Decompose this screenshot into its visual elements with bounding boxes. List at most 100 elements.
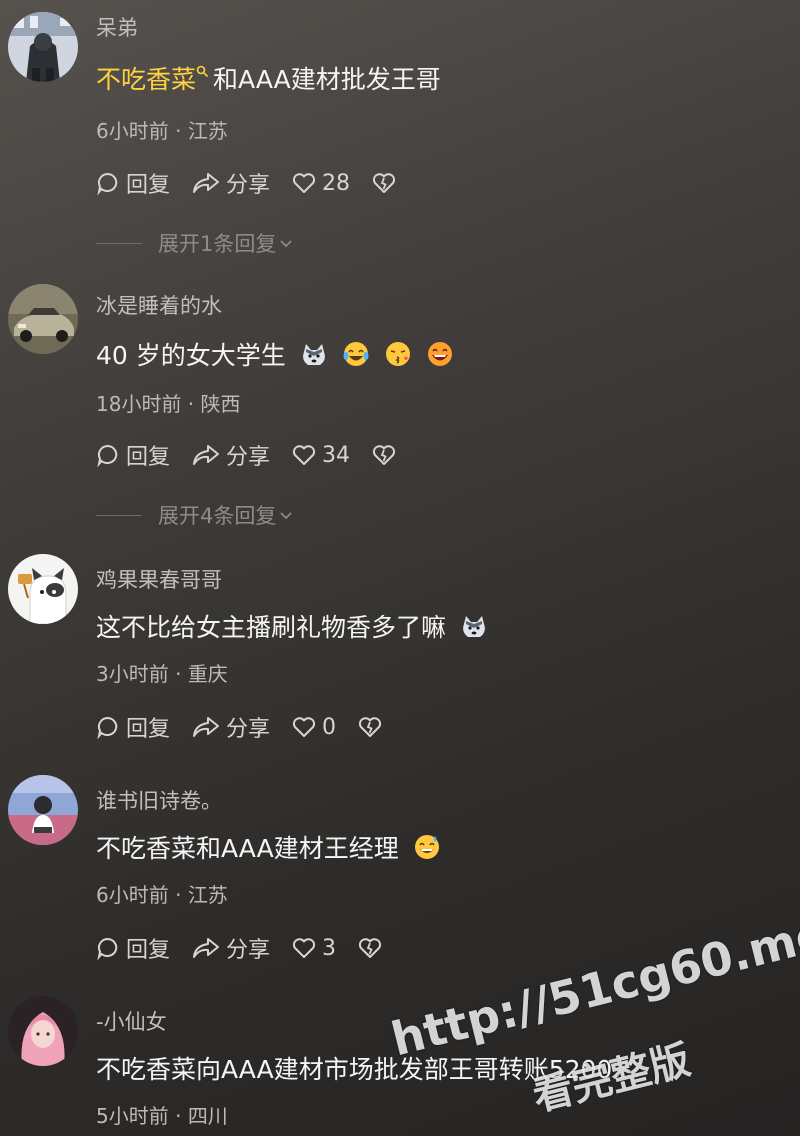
timestamp: 3小时前: [96, 662, 169, 686]
share-button[interactable]: 分享: [192, 711, 270, 743]
divider-line: [96, 242, 142, 244]
avatar[interactable]: [8, 775, 78, 845]
like-count: 28: [322, 170, 351, 196]
dislike-button[interactable]: [358, 937, 388, 959]
dislike-button[interactable]: [372, 172, 402, 194]
divider-line: [96, 514, 142, 516]
location: 江苏: [187, 119, 228, 143]
comment-meta: 3小时前 · 重庆: [96, 662, 228, 686]
timestamp: 5小时前: [96, 1104, 169, 1128]
sweat-smile-emoji: [413, 833, 441, 871]
search-icon: [196, 52, 209, 88]
broken-heart-icon: [359, 938, 382, 958]
timestamp: 6小时前: [96, 119, 169, 143]
broken-heart-icon: [373, 445, 396, 465]
like-count: 34: [322, 442, 351, 468]
share-label: 分享: [226, 445, 271, 470]
comment-bubble-icon: [97, 172, 118, 195]
username[interactable]: 谁书旧诗卷。: [96, 785, 222, 815]
share-arrow-icon: [193, 173, 220, 193]
comment-body: 和AAA建材批发王哥: [213, 65, 441, 94]
comment-meta: 6小时前 · 江苏: [96, 119, 228, 143]
share-label: 分享: [226, 717, 271, 742]
expand-replies-button[interactable]: 展开4条回复: [96, 500, 294, 530]
timestamp: 18小时前: [96, 392, 182, 416]
expand-replies-button[interactable]: 展开1条回复: [96, 228, 294, 258]
share-button[interactable]: 分享: [192, 167, 270, 199]
share-arrow-icon: [193, 938, 220, 958]
share-button[interactable]: 分享: [192, 439, 270, 471]
comment-body: 这不比给女主播刷礼物香多了嘛: [96, 613, 447, 642]
like-button[interactable]: 34: [292, 443, 350, 468]
share-arrow-icon: [193, 445, 220, 465]
reply-label: 回复: [126, 938, 171, 963]
comment-bubble-icon: [97, 716, 118, 739]
avatar[interactable]: [8, 12, 78, 82]
like-button[interactable]: 0: [292, 715, 336, 740]
share-label: 分享: [226, 938, 271, 963]
share-arrow-icon: [193, 717, 220, 737]
comment-meta: 6小时前 · 江苏: [96, 883, 228, 907]
comment-body: 不吃香菜和AAA建材王经理: [96, 834, 399, 863]
comment-bubble-icon: [97, 937, 118, 960]
username[interactable]: -小仙女: [96, 1006, 167, 1036]
husky-emoji: [300, 342, 328, 378]
broken-heart-icon: [373, 173, 396, 193]
broken-heart-icon: [359, 717, 382, 737]
comment-actions: 回复 分享 3: [96, 933, 410, 963]
like-button[interactable]: 3: [292, 936, 336, 961]
comment-meta: 5小时前 · 四川: [96, 1104, 228, 1128]
reply-button[interactable]: 回复: [96, 439, 170, 471]
comment-actions: 回复 分享 34: [96, 440, 424, 470]
heart-icon: [293, 717, 316, 737]
heart-icon: [293, 938, 316, 958]
reply-button[interactable]: 回复: [96, 932, 170, 964]
location: 重庆: [187, 662, 228, 686]
comment-text: 不吃香菜向AAA建材市场批发部王哥转账5200: [96, 1052, 612, 1088]
reply-button[interactable]: 回复: [96, 711, 170, 743]
comment-body: 40 岁的女大学生: [96, 341, 286, 370]
comment-actions: 回复 分享 28: [96, 168, 424, 198]
comment-text: 不吃香菜和AAA建材王经理: [96, 831, 441, 871]
reply-label: 回复: [126, 445, 171, 470]
username[interactable]: 呆弟: [96, 12, 138, 42]
laugh-tears-emoji: [342, 340, 370, 378]
username[interactable]: 冰是睡着的水: [96, 290, 222, 320]
location: 陕西: [200, 392, 241, 416]
location: 四川: [187, 1104, 228, 1128]
comment-text: 40 岁的女大学生: [96, 338, 454, 378]
like-count: 3: [322, 935, 337, 961]
dislike-button[interactable]: [372, 444, 402, 466]
expand-label: 展开4条回复: [158, 504, 277, 528]
expand-label: 展开1条回复: [158, 232, 277, 256]
avatar[interactable]: [8, 554, 78, 624]
grin-emoji: [426, 340, 454, 378]
avatar[interactable]: [8, 996, 78, 1066]
avatar[interactable]: [8, 284, 78, 354]
heart-icon: [293, 445, 316, 465]
comment-text: 不吃香菜 和AAA建材批发王哥: [96, 52, 441, 98]
watermark-url: http://51cg60.me: [386, 905, 800, 1067]
comment-text: 这不比给女主播刷礼物香多了嘛: [96, 610, 488, 650]
reply-label: 回复: [126, 173, 171, 198]
reply-label: 回复: [126, 717, 171, 742]
comment-meta: 18小时前 · 陕西: [96, 392, 241, 416]
comment-body: 不吃香菜向AAA建材市场批发部王哥转账5200: [96, 1055, 613, 1084]
mention-link[interactable]: 不吃香菜: [96, 65, 196, 94]
username[interactable]: 鸡果果春哥哥: [96, 564, 222, 594]
chevron-down-icon: [280, 240, 293, 248]
comment-actions: 回复 分享 0: [96, 712, 410, 742]
comment-bubble-icon: [97, 444, 118, 467]
chevron-down-icon: [280, 512, 293, 520]
location: 江苏: [187, 883, 228, 907]
share-label: 分享: [226, 173, 271, 198]
heart-icon: [293, 173, 316, 193]
timestamp: 6小时前: [96, 883, 169, 907]
share-button[interactable]: 分享: [192, 932, 270, 964]
reply-button[interactable]: 回复: [96, 167, 170, 199]
kiss-emoji: [384, 340, 412, 378]
dislike-button[interactable]: [358, 716, 388, 738]
husky-emoji: [460, 614, 488, 650]
like-count: 0: [322, 714, 337, 740]
like-button[interactable]: 28: [292, 171, 350, 196]
